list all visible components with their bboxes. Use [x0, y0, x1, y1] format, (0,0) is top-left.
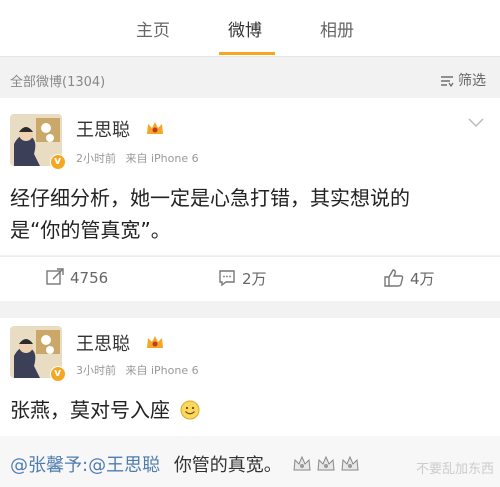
- comment-line: @张馨予:@王思聪 你管的真宽。: [10, 451, 360, 477]
- tab-album[interactable]: 相册: [320, 16, 354, 41]
- filter-bar: 全部微博(1304) 筛选: [0, 62, 500, 98]
- repost-count: 4756: [70, 269, 109, 287]
- tab-home[interactable]: 主页: [136, 16, 170, 41]
- smile-emoji-icon: [180, 400, 200, 420]
- profile-tabs: 主页 微博 相册: [0, 0, 500, 57]
- tab-weibo[interactable]: 微博: [228, 16, 262, 41]
- post-source: 来自 iPhone 6: [125, 152, 199, 165]
- chevron-down-icon[interactable]: [468, 118, 484, 128]
- filter-button[interactable]: 筛选: [440, 70, 486, 90]
- filter-label: 筛选: [458, 73, 486, 89]
- post-text: 张燕，莫对号入座: [10, 394, 200, 426]
- post-text-line: 是“你的管真宽”。: [10, 218, 171, 242]
- username[interactable]: 王思聪: [76, 330, 130, 356]
- active-tab-indicator: [219, 52, 275, 55]
- post-text-line: 经仔细分析，她一定是心急打错，其实想说的: [10, 186, 410, 210]
- post-time: 2小时前: [76, 152, 116, 165]
- verified-badge: [50, 154, 66, 170]
- repost-button[interactable]: 4756: [46, 268, 108, 287]
- member-crown-icon: [147, 336, 163, 348]
- verified-badge: [50, 366, 66, 382]
- post-card: 王思聪 2小时前 来自 iPhone 6 经仔细分析，她一定是心急打错，其实想说…: [0, 98, 500, 255]
- comment-preview: @张馨予:@王思聪 你管的真宽。 不要乱加东西: [0, 436, 500, 487]
- mention-link[interactable]: @王思聪: [88, 455, 160, 476]
- username[interactable]: 王思聪: [76, 116, 130, 142]
- thumbs-up-icon: [384, 269, 404, 287]
- comment-icon: [219, 270, 235, 287]
- mention-link[interactable]: @张馨予: [10, 455, 82, 476]
- post-card: 王思聪 3小时前 来自 iPhone 6 张燕，莫对号入座: [0, 318, 500, 446]
- post-text-line: 张燕，莫对号入座: [10, 398, 170, 422]
- crown-emoji-icon: [340, 455, 359, 471]
- post-text: 经仔细分析，她一定是心急打错，其实想说的 是“你的管真宽”。: [10, 182, 410, 246]
- crown-emoji-icon: [292, 455, 311, 471]
- post-time: 3小时前: [76, 364, 116, 377]
- comment-button[interactable]: 2万: [218, 268, 267, 289]
- like-button[interactable]: 4万: [384, 268, 435, 289]
- post-actions-bar: 4756 2万 4万: [0, 256, 500, 301]
- repost-icon: [46, 268, 64, 285]
- filter-icon: [441, 76, 454, 87]
- watermark: 不要乱加东西: [415, 462, 494, 477]
- comment-text: 你管的真宽。: [173, 455, 282, 476]
- total-posts-count: 全部微博(1304): [10, 75, 106, 90]
- member-crown-icon: [147, 122, 163, 134]
- crown-emoji-icon: [316, 455, 335, 471]
- post-meta: 2小时前 来自 iPhone 6: [76, 150, 199, 166]
- post-meta: 3小时前 来自 iPhone 6: [76, 362, 199, 378]
- comment-count: 2万: [242, 270, 267, 288]
- post-source: 来自 iPhone 6: [125, 364, 199, 377]
- like-count: 4万: [410, 270, 435, 288]
